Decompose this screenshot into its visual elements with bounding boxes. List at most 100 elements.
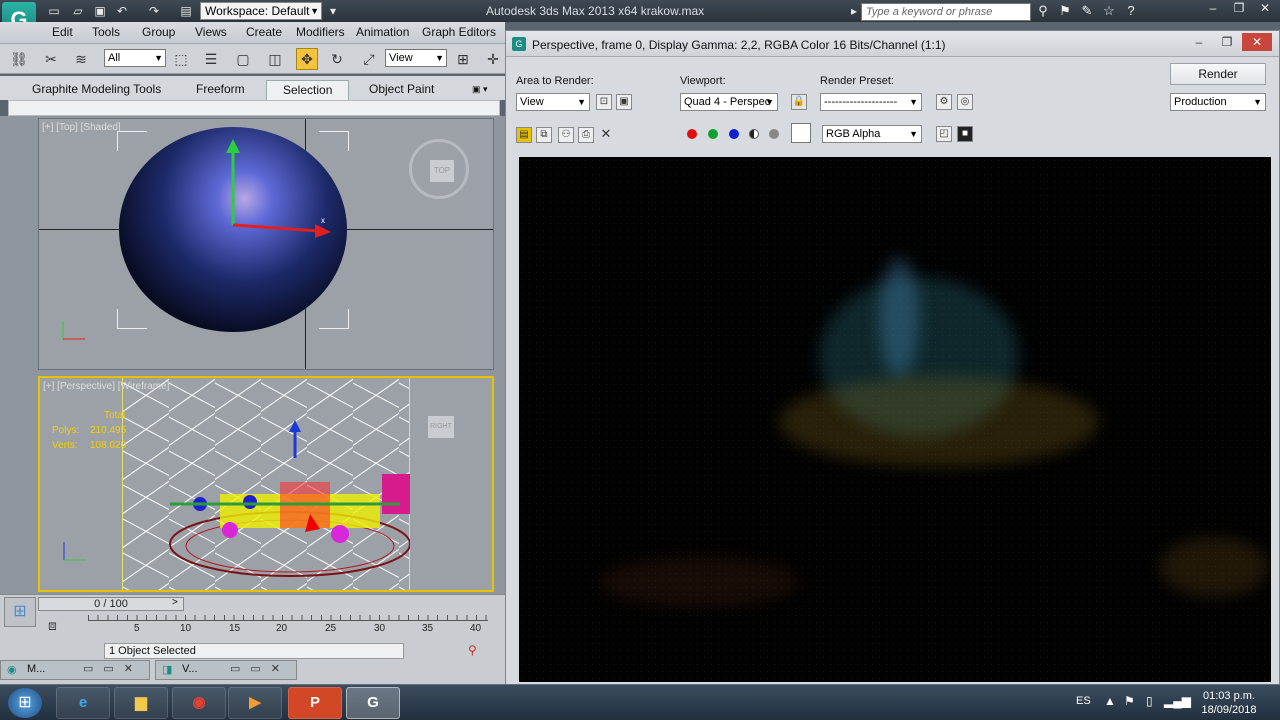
customize-arrow-icon[interactable]: ▾ <box>325 3 341 19</box>
render-mode-dropdown[interactable]: Production ▼ <box>1170 93 1266 111</box>
rectangular-selection-icon[interactable]: ▢ <box>232 48 254 70</box>
tab-object-paint[interactable]: Object Paint <box>369 80 434 100</box>
ribbon-options-icon[interactable]: ▣ ▾ <box>472 80 488 100</box>
blue-channel-icon[interactable] <box>729 129 739 139</box>
menu-modifiers[interactable]: Modifiers <box>296 25 345 39</box>
tab-selection[interactable]: Selection <box>266 80 350 100</box>
close-button[interactable]: ✕ <box>1252 0 1278 18</box>
undo-icon[interactable]: ↶ <box>114 3 130 19</box>
render-minimize-button[interactable]: – <box>1186 33 1212 51</box>
powerpoint-icon[interactable]: P <box>288 687 342 719</box>
lock-icon[interactable]: 🔒 <box>791 94 807 110</box>
internet-explorer-icon[interactable]: e <box>56 687 110 719</box>
maximize-button[interactable]: ❐ <box>1226 0 1252 18</box>
toggle-ui-overlay-icon[interactable]: ◰ <box>936 126 952 142</box>
render-setup-icon[interactable]: ⚙ <box>936 94 952 110</box>
viewport-top-label[interactable]: [+] [Top] [Shaded] <box>42 122 121 133</box>
new-file-icon[interactable]: ▭ <box>46 3 62 19</box>
communication-icon[interactable]: ✎ <box>1078 2 1096 20</box>
city-scene-objects[interactable] <box>160 474 410 584</box>
clone-window-icon[interactable]: ⚇ <box>558 127 574 143</box>
red-channel-icon[interactable] <box>687 129 697 139</box>
bind-space-warp-icon[interactable]: ≋ <box>70 48 92 70</box>
menu-graph-editors[interactable]: Graph Editors <box>422 25 496 39</box>
window-crossing-icon[interactable]: ◫ <box>264 48 286 70</box>
subscription-icon[interactable]: ⚑ <box>1056 2 1074 20</box>
minimized-window-2[interactable]: ◨ V... ▭▭✕ <box>155 660 297 680</box>
binoculars-icon[interactable]: ⚲ <box>1034 2 1052 20</box>
menu-views[interactable]: Views <box>195 25 227 39</box>
tray-language[interactable]: ES <box>1076 695 1091 707</box>
window-controls-icon[interactable]: ▭▭✕ <box>230 662 290 675</box>
green-channel-icon[interactable] <box>708 129 718 139</box>
save-icon[interactable]: ▣ <box>92 3 108 19</box>
mini-listener-icon[interactable]: ⊞ <box>4 597 36 627</box>
redo-icon[interactable]: ↷ <box>146 3 162 19</box>
favorites-star-icon[interactable]: ☆ <box>1100 2 1118 20</box>
environment-effects-icon[interactable]: ◎ <box>957 94 973 110</box>
clear-x-icon[interactable]: ✕ <box>598 127 614 143</box>
reference-coordinate-dropdown[interactable]: View ▼ <box>385 49 447 67</box>
print-image-icon[interactable]: ⎙ <box>578 127 594 143</box>
start-button-windows-icon[interactable]: ⊞ <box>8 688 42 718</box>
menu-edit[interactable]: Edit <box>52 25 73 39</box>
chrome-icon[interactable]: ◉ <box>172 687 226 719</box>
auto-region-icon[interactable]: ▣ <box>616 94 632 110</box>
save-image-icon[interactable]: ▤ <box>516 127 532 143</box>
search-input[interactable]: Type a keyword or phrase <box>861 3 1031 21</box>
tab-freeform[interactable]: Freeform <box>196 80 245 100</box>
project-folder-icon[interactable]: ▤ <box>178 3 194 19</box>
alpha-channel-icon[interactable] <box>749 129 759 139</box>
tray-clock[interactable]: 01:03 p.m. 18/09/2018 <box>1196 689 1262 717</box>
color-swatch[interactable] <box>791 123 811 143</box>
pivot-center-icon[interactable]: ⊞ <box>452 48 474 70</box>
minimized-window-1[interactable]: ◉ M... ▭▭✕ <box>0 660 150 680</box>
unlink-icon[interactable]: ✂ <box>40 48 62 70</box>
workspace-dropdown[interactable]: Workspace: Default ▼ <box>200 2 322 20</box>
menu-group[interactable]: Group <box>142 25 175 39</box>
selection-filter-dropdown[interactable]: All ▼ <box>104 49 166 67</box>
viewport-dropdown[interactable]: Quad 4 - Perspec ▼ <box>680 93 778 111</box>
help-icon[interactable]: ? <box>1122 2 1140 20</box>
viewport-perspective-label[interactable]: [+] [Perspective] [Wireframe] <box>43 381 169 392</box>
media-player-icon[interactable]: ▶ <box>228 687 282 719</box>
render-image-canvas[interactable] <box>519 157 1271 682</box>
render-maximize-button[interactable]: ❐ <box>1214 33 1240 51</box>
tab-graphite-modeling-tools[interactable]: Graphite Modeling Tools <box>32 80 161 100</box>
scale-icon[interactable]: ⤢ <box>358 48 380 70</box>
tray-network-icon[interactable]: ▂▄▆ <box>1164 694 1191 708</box>
viewcube-top[interactable]: TOP <box>409 139 469 199</box>
select-object-icon[interactable]: ⬚ <box>170 48 192 70</box>
tray-flag-icon[interactable]: ⚑ <box>1124 694 1135 708</box>
edit-region-icon[interactable]: ⊡ <box>596 94 612 110</box>
link-icon[interactable]: ⛓ <box>8 48 30 70</box>
monochrome-icon[interactable] <box>769 129 779 139</box>
pin-icon[interactable]: ⚲ <box>468 643 477 657</box>
render-close-button[interactable]: ✕ <box>1242 33 1272 51</box>
open-file-icon[interactable]: ▱ <box>70 3 86 19</box>
timeline-ticks[interactable]: 5 10 15 20 25 30 35 40 <box>88 615 488 635</box>
viewport-perspective[interactable]: Total Polys: 210.495 Verts: 108.020 RIGH… <box>38 376 494 592</box>
select-manipulate-icon[interactable]: ✛ <box>482 48 504 70</box>
tray-show-hidden-icon[interactable]: ▲ <box>1104 694 1116 708</box>
toggle-ui-icon[interactable]: ■ <box>957 126 973 142</box>
display-channel-dropdown[interactable]: RGB Alpha ▼ <box>822 125 922 143</box>
track-bar-icon[interactable]: ⧈ <box>48 617 57 634</box>
rotate-icon[interactable]: ↻ <box>326 48 348 70</box>
tray-battery-icon[interactable]: ▯ <box>1146 694 1153 708</box>
area-to-render-dropdown[interactable]: View ▼ <box>516 93 590 111</box>
file-explorer-icon[interactable]: ▆ <box>114 687 168 719</box>
menu-tools[interactable]: Tools <box>92 25 120 39</box>
copy-image-icon[interactable]: ⧉ <box>536 127 552 143</box>
menu-create[interactable]: Create <box>246 25 282 39</box>
render-preset-dropdown[interactable]: -------------------- ▼ <box>820 93 922 111</box>
minimize-button[interactable]: – <box>1200 0 1226 18</box>
viewport-top[interactable]: x TOP [+] [Top] [Shaded] <box>38 118 494 370</box>
window-controls-icon[interactable]: ▭▭✕ <box>83 662 143 675</box>
3dsmax-taskbar-icon[interactable]: G <box>346 687 400 719</box>
slider-next-icon[interactable]: > <box>172 597 178 608</box>
move-gizmo-icon[interactable]: x <box>209 139 339 239</box>
move-icon[interactable]: ✥ <box>296 48 318 70</box>
time-slider[interactable]: 0 / 100 <box>38 597 184 611</box>
expand-arrow-icon[interactable]: ▸ <box>846 3 862 19</box>
